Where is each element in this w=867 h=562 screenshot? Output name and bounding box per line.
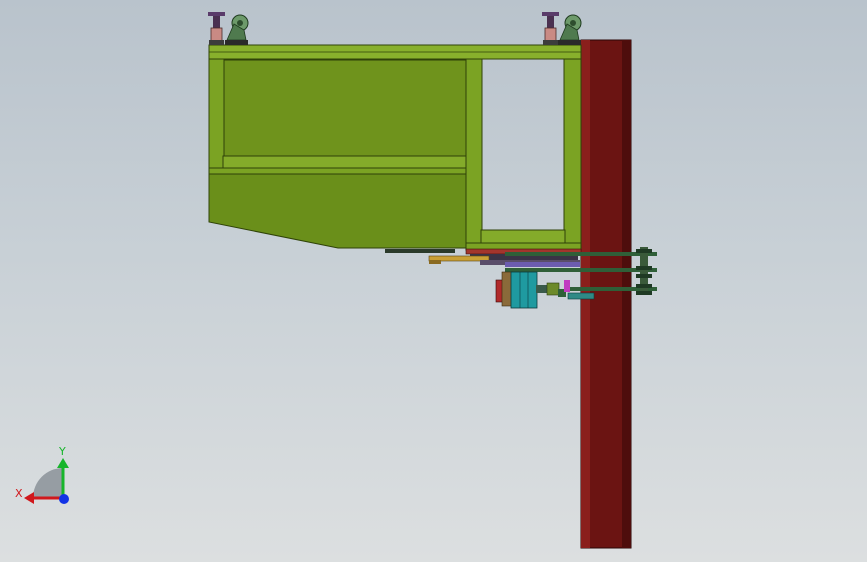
underside-rails[interactable] [385, 248, 582, 267]
frame-body[interactable] [208, 44, 582, 251]
triad-plane [33, 468, 63, 498]
orientation-triad: Y X [15, 445, 69, 504]
y-axis-label: Y [58, 445, 66, 458]
caster-wheel-right[interactable] [542, 12, 582, 45]
y-axis-arrow [57, 458, 69, 468]
cad-model-view[interactable]: Y X [0, 0, 867, 562]
x-axis-arrow [24, 492, 34, 504]
caster-wheel-left[interactable] [208, 12, 249, 45]
x-axis-label: X [15, 487, 23, 500]
z-axis-point [59, 494, 69, 504]
graphics-viewport[interactable]: Y X [0, 0, 867, 562]
